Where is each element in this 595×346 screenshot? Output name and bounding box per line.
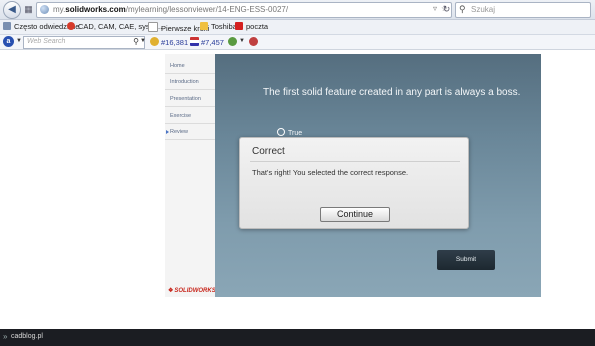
sidebar-item-presentation[interactable]: Presentation [165,91,215,107]
chevron-down-icon[interactable]: ▼ [140,38,146,44]
search-icon: ⚲ [459,4,466,14]
us-flag-icon [190,37,199,46]
folder-icon [200,22,208,30]
footer-text: cadblog.pl [11,333,43,340]
reload-icon[interactable]: ↻ [440,3,453,15]
rank-icon [150,37,159,46]
url-text: my.solidworks.com/mylearning/lessonviewe… [53,5,289,14]
rank-counter-1[interactable]: #16,381 [150,37,188,47]
ds-logo-icon: ❖ [168,288,174,294]
bookmarks-bar: Często odwiedzane CAD, CAM, CAE, syste..… [0,20,595,35]
toolbar-logo-icon[interactable]: a [3,36,14,47]
extension-icon [249,37,258,46]
dialog-title: Correct [252,146,285,157]
sidebar-item-introduction[interactable]: Introduction [165,74,215,90]
rank-counter-2[interactable]: #7,457 [190,37,224,47]
sidebar-item-exercise[interactable]: Exercise [165,108,215,124]
globe-icon [40,5,49,14]
browser-nav-bar: ◀ ▦ my.solidworks.com/mylearning/lessonv… [0,0,595,20]
search-icon[interactable]: ⚲ [133,37,139,46]
page-icon [148,22,158,32]
web-search-input[interactable]: Web Search ⚲ [23,36,145,49]
continue-button[interactable]: Continue [320,207,390,222]
dialog-message: That's right! You selected the correct r… [252,168,409,177]
chevron-down-icon[interactable]: ▼ [16,38,22,44]
radio-button[interactable] [277,128,285,136]
browser-search-input[interactable]: ⚲ Szukaj [455,2,591,18]
history-icon[interactable]: ▦ [22,3,35,15]
lesson-sidebar: Home Introduction Presentation Exercise … [165,54,216,297]
mail-icon [235,22,243,30]
cad-site-icon [67,22,75,30]
chevron-down-icon[interactable]: ▼ [239,38,245,44]
back-arrow-icon[interactable]: ◀ [3,1,21,19]
solidworks-logo: ❖SOLIDWORKS [168,288,216,294]
footer-banner: » cadblog.pl [0,329,595,346]
link-icon [228,37,237,46]
toolbar-extension[interactable] [249,37,260,47]
addon-toolbar: a ▼ Web Search ⚲ ▼ #16,381 #7,457 ▼ [0,35,595,50]
sidebar-item-home[interactable]: Home [165,58,215,74]
toolbar-tool[interactable] [228,37,239,47]
option-true[interactable]: True [277,128,302,137]
sidebar-item-review[interactable]: Review [165,124,215,140]
submit-button[interactable]: Submit [437,250,495,270]
question-text: The first solid feature created in any p… [263,87,521,98]
search-placeholder: Szukaj [471,5,496,14]
dropdown-arrow-icon[interactable]: ▿ [433,4,437,13]
bookmarks-icon [3,22,11,30]
dialog-divider [250,161,460,162]
address-bar[interactable]: my.solidworks.com/mylearning/lessonviewe… [36,2,452,18]
double-chevron-icon: » [3,332,8,341]
bookmark-mail[interactable]: poczta [235,22,268,32]
bookmark-toshiba[interactable]: Toshiba [200,22,237,32]
feedback-dialog: Correct That's right! You selected the c… [239,137,469,229]
